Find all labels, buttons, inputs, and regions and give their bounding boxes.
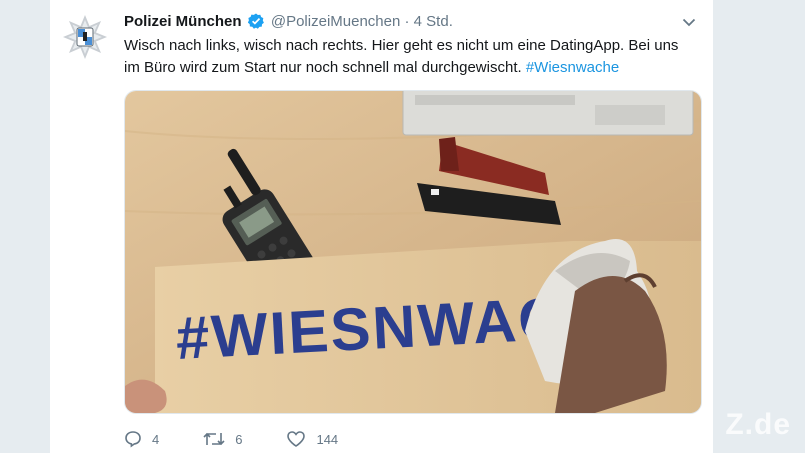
like-button[interactable]: 144 bbox=[286, 430, 338, 448]
reply-count: 4 bbox=[152, 431, 160, 447]
tweet-photo[interactable]: #WIESNWACH bbox=[124, 90, 702, 414]
plastic-tray bbox=[402, 91, 694, 136]
heart-icon bbox=[287, 431, 306, 447]
author-handle[interactable]: @PolizeiMuenchen bbox=[271, 13, 400, 30]
avatar[interactable] bbox=[60, 12, 110, 62]
chevron-down-icon[interactable] bbox=[681, 14, 697, 30]
tweet-actions: 4 6 144 bbox=[124, 428, 382, 450]
like-count: 144 bbox=[316, 431, 339, 447]
police-star-icon bbox=[63, 15, 107, 59]
retweet-button[interactable]: 6 bbox=[203, 430, 242, 448]
reply-button[interactable]: 4 bbox=[124, 430, 159, 448]
photo-scene: #WIESNWACH bbox=[125, 91, 701, 413]
verified-badge-icon bbox=[247, 13, 264, 29]
retweet-count: 6 bbox=[235, 431, 243, 447]
timestamp[interactable]: 4 Std. bbox=[414, 13, 453, 30]
hashtag-link[interactable]: #Wiesnwache bbox=[526, 59, 619, 76]
separator-dot: · bbox=[404, 13, 410, 30]
tweet-text: Wisch nach links, wisch nach rechts. Hie… bbox=[124, 35, 694, 79]
tweet-header: Polizei München @PolizeiMuenchen · 4 Std… bbox=[124, 12, 453, 32]
retweet-icon bbox=[203, 432, 225, 446]
author-name[interactable]: Polizei München bbox=[124, 13, 242, 30]
reply-icon bbox=[125, 431, 141, 448]
watermark: Z.de bbox=[725, 408, 791, 441]
tweet-card: Polizei München @PolizeiMuenchen · 4 Std… bbox=[50, 0, 713, 453]
